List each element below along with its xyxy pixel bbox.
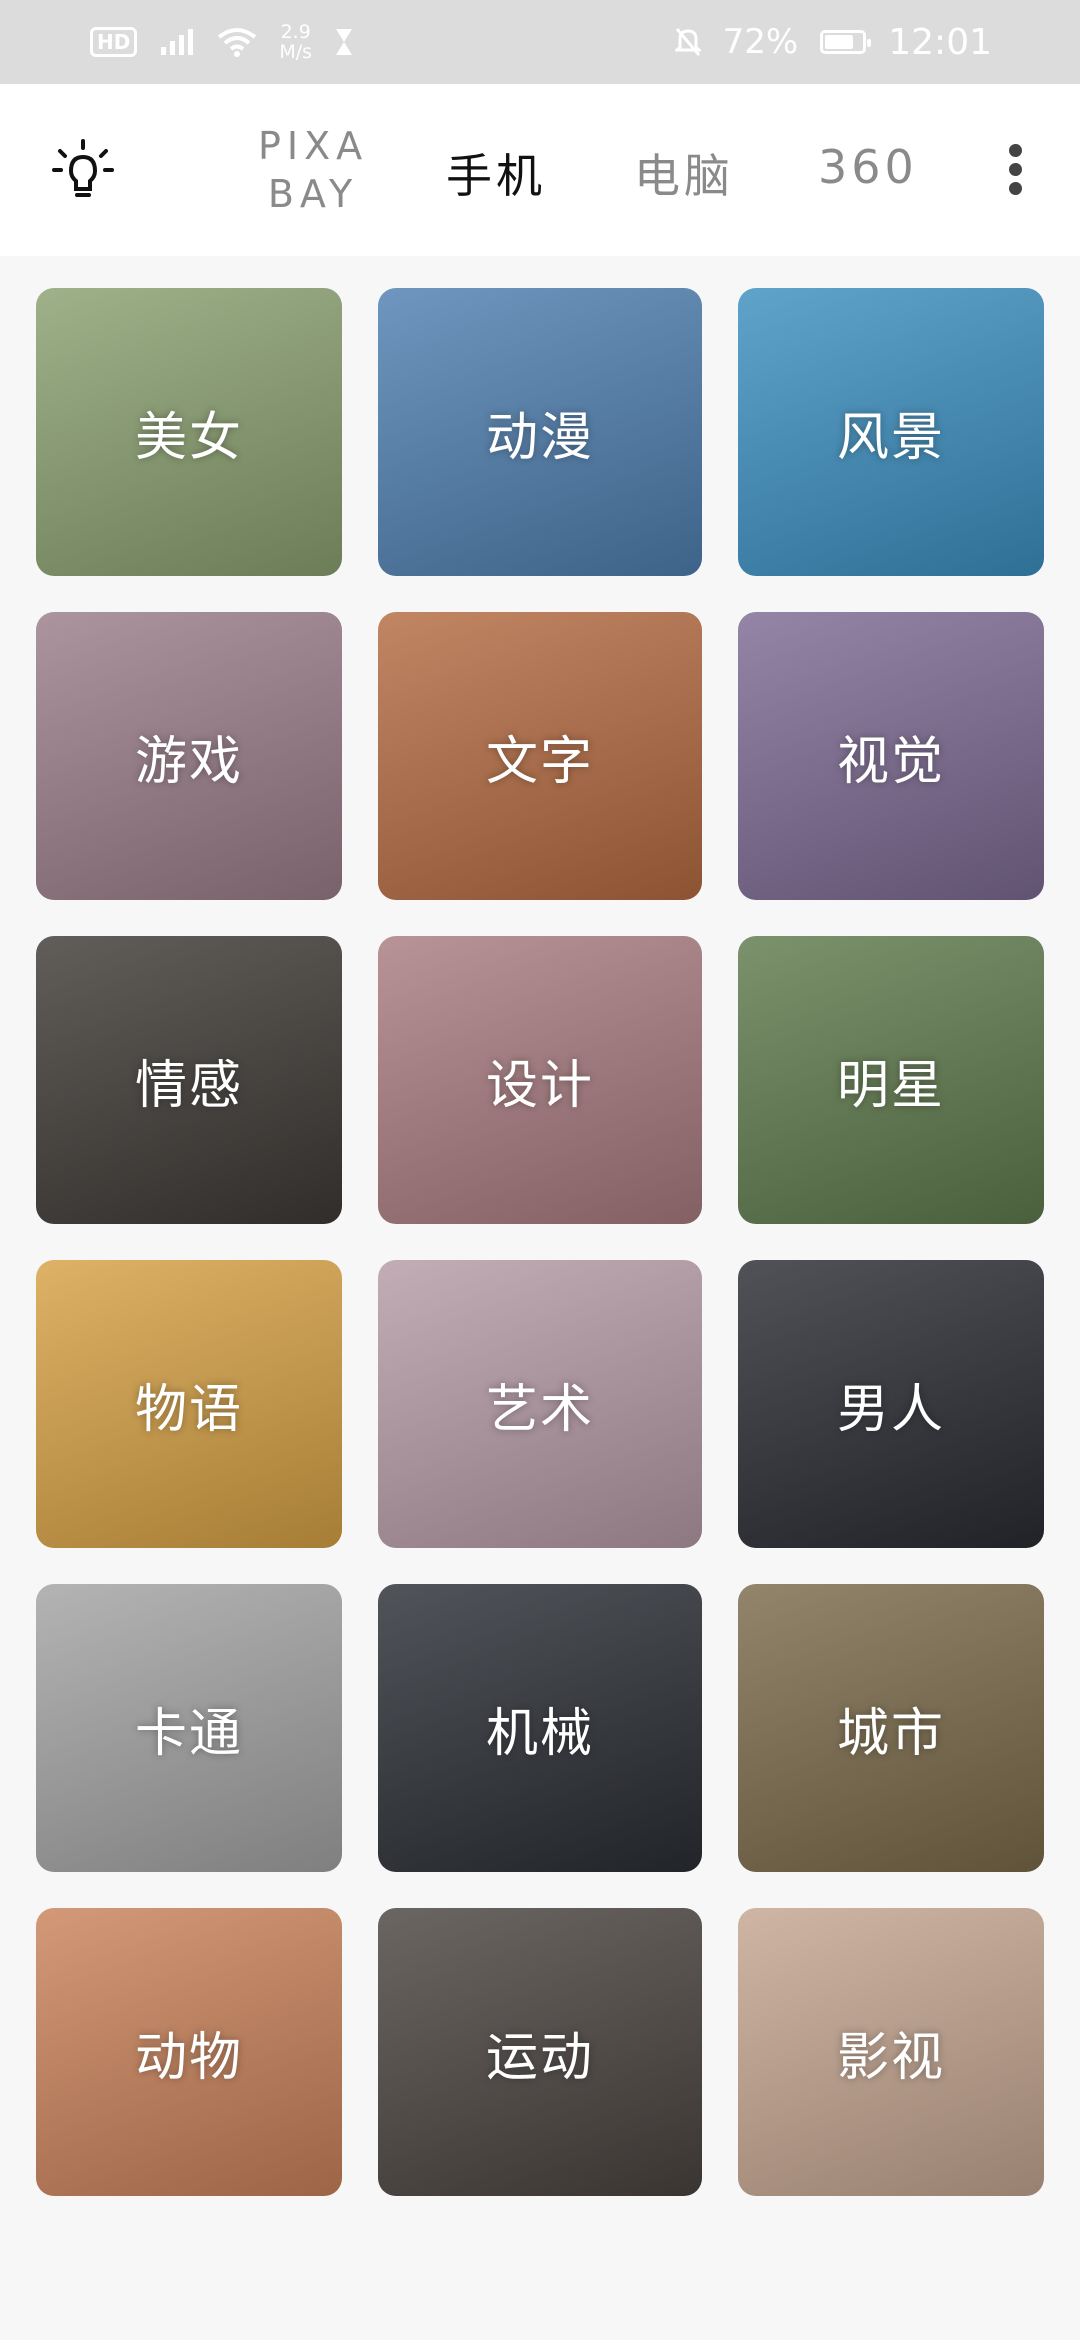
- category-tile[interactable]: 美女: [36, 288, 342, 576]
- category-tile[interactable]: 明星: [738, 936, 1044, 1224]
- category-label: 卡通: [134, 1703, 243, 1764]
- more-menu-icon[interactable]: [1000, 144, 1030, 198]
- lightbulb-icon[interactable]: [52, 139, 114, 201]
- category-label: 物语: [134, 1379, 243, 1440]
- category-label: 影视: [836, 2027, 945, 2088]
- category-label: 视觉: [836, 731, 945, 792]
- category-tile[interactable]: 卡通: [36, 1584, 342, 1872]
- category-tile[interactable]: 物语: [36, 1260, 342, 1548]
- category-label: 动漫: [485, 407, 594, 468]
- category-tile[interactable]: 情感: [36, 936, 342, 1224]
- category-label: 明星: [836, 1055, 945, 1116]
- category-label: 动物: [134, 2027, 243, 2088]
- category-label: 风景: [836, 407, 945, 468]
- category-label: 机械: [485, 1703, 594, 1764]
- top-nav-bar: PIXA BAY 手机 电脑 360: [0, 84, 1080, 256]
- category-tile[interactable]: 动物: [36, 1908, 342, 2196]
- tab-pc[interactable]: 电脑: [634, 140, 734, 206]
- category-tile[interactable]: 文字: [378, 612, 702, 900]
- status-bar: HD 2.9 M/s 72% 12:01: [0, 0, 1080, 84]
- category-label: 美女: [134, 407, 243, 468]
- category-label: 游戏: [134, 731, 243, 792]
- clock: 12:01: [888, 21, 992, 63]
- network-speed: 2.9 M/s: [279, 21, 313, 63]
- category-label: 文字: [485, 731, 594, 792]
- category-tile[interactable]: 风景: [738, 288, 1044, 576]
- category-label: 运动: [485, 2027, 594, 2088]
- signal-icon: [161, 29, 194, 55]
- category-label: 男人: [836, 1379, 945, 1440]
- category-tile[interactable]: 男人: [738, 1260, 1044, 1548]
- battery-percent: 72%: [722, 22, 799, 62]
- status-right: 72% 12:01: [674, 21, 992, 63]
- category-tile[interactable]: 机械: [378, 1584, 702, 1872]
- hd-indicator: HD: [90, 27, 138, 57]
- status-left: HD 2.9 M/s: [90, 22, 354, 62]
- category-label: 城市: [836, 1703, 945, 1764]
- category-tile[interactable]: 视觉: [738, 612, 1044, 900]
- category-label: 情感: [134, 1055, 243, 1116]
- category-label: 艺术: [485, 1379, 594, 1440]
- wifi-icon: [218, 28, 257, 57]
- category-tile[interactable]: 影视: [738, 1908, 1044, 2196]
- category-tile[interactable]: 设计: [378, 936, 702, 1224]
- hourglass-icon: [336, 29, 353, 55]
- category-tile[interactable]: 动漫: [378, 288, 702, 576]
- tab-phone[interactable]: 手机: [446, 140, 546, 206]
- category-tile[interactable]: 城市: [738, 1584, 1044, 1872]
- category-label: 设计: [485, 1055, 594, 1116]
- category-tile[interactable]: 艺术: [378, 1260, 702, 1548]
- mute-icon: [674, 28, 701, 56]
- category-grid: 美女 动漫 风景游戏 文字 视觉情感 设计 明星物语 艺术 男人卡通 机械 城市动物 运动 影视: [0, 256, 1080, 2340]
- tab-pixabay[interactable]: PIXA BAY: [258, 122, 368, 218]
- category-tile[interactable]: 游戏: [36, 612, 342, 900]
- tab-360[interactable]: 360: [818, 140, 918, 194]
- battery-icon: [820, 30, 872, 54]
- category-tile[interactable]: 运动: [378, 1908, 702, 2196]
